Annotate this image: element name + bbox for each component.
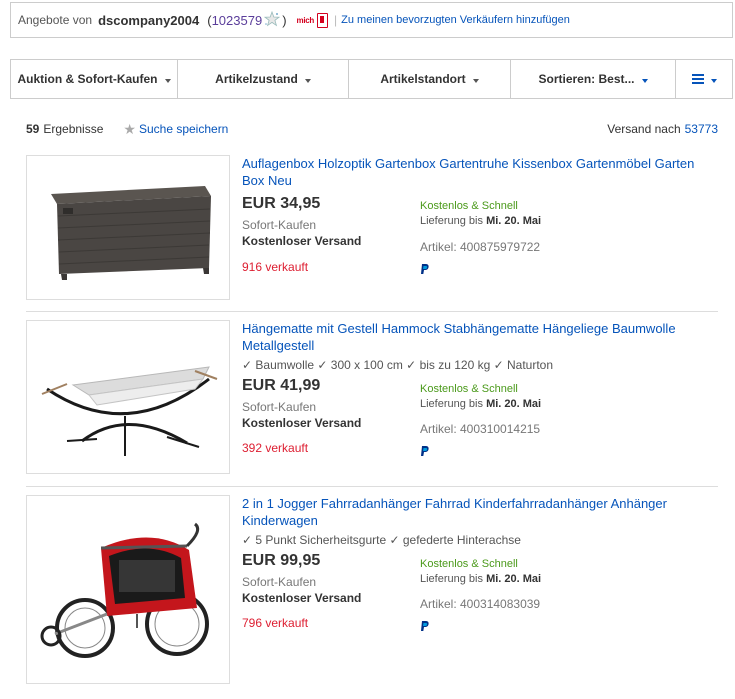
item-fast-shipping: Kostenlos & Schnell bbox=[420, 383, 518, 395]
ship-to-label: Versand nach bbox=[607, 122, 681, 136]
save-search-link[interactable]: Suche speichern bbox=[139, 122, 228, 136]
item-attributes: ✓ 5 Punkt Sicherheitsgurte ✓ gefederte H… bbox=[242, 533, 521, 547]
item-format: Sofort-Kaufen bbox=[242, 218, 317, 232]
delivery-prefix: Lieferung bis bbox=[420, 398, 483, 410]
list-item: 2 in 1 Jogger Fahrradanhänger Fahrrad Ki… bbox=[26, 495, 718, 690]
filter-condition-label: Artikelzustand bbox=[215, 72, 298, 86]
divider bbox=[26, 486, 718, 487]
item-attributes: ✓ Baumwolle ✓ 300 x 100 cm ✓ bis zu 120 … bbox=[242, 358, 554, 372]
me-label: mich bbox=[296, 15, 315, 25]
sort-dropdown[interactable]: Sortieren: Best... bbox=[511, 60, 676, 98]
sort-label: Sortieren: Best... bbox=[538, 72, 635, 86]
filter-format-label: Auktion & Sofort-Kaufen bbox=[17, 72, 158, 86]
delivery-date: Mi. 20. Mai bbox=[486, 573, 542, 585]
seller-bar: Angebote von dscompany2004 (1023579 ) mi… bbox=[10, 2, 733, 38]
delivery-date: Mi. 20. Mai bbox=[486, 398, 542, 410]
me-badge-icon bbox=[317, 12, 329, 28]
divider bbox=[26, 311, 718, 312]
item-shipping: Kostenloser Versand bbox=[242, 591, 362, 605]
ship-to-zip-link[interactable]: 53773 bbox=[685, 122, 718, 136]
view-toggle-dropdown[interactable] bbox=[676, 60, 732, 98]
item-image-bike-trailer[interactable] bbox=[26, 495, 230, 684]
filter-format-dropdown[interactable]: Auktion & Sofort-Kaufen bbox=[11, 60, 178, 98]
chevron-down-icon bbox=[164, 79, 171, 83]
item-title-link[interactable]: Auflagenbox Holzoptik Gartenbox Gartentr… bbox=[242, 155, 720, 189]
chevron-down-icon bbox=[472, 79, 479, 83]
paypal-icon bbox=[421, 621, 429, 631]
item-article-number: Artikel: 400314083039 bbox=[420, 597, 541, 611]
list-item: Auflagenbox Holzoptik Gartenbox Gartentr… bbox=[26, 155, 718, 305]
item-format: Sofort-Kaufen bbox=[242, 400, 317, 414]
chevron-down-icon bbox=[641, 79, 648, 83]
item-price: EUR 99,95 bbox=[242, 552, 321, 569]
score-paren-close: ) bbox=[282, 12, 287, 28]
item-delivery: Lieferung bis Mi. 20. Mai bbox=[420, 573, 541, 585]
item-sold-count: 796 verkauft bbox=[242, 616, 309, 630]
result-count-label: Ergebnisse bbox=[43, 122, 104, 136]
item-sold-count: 392 verkauft bbox=[242, 441, 309, 455]
chevron-down-icon bbox=[304, 79, 311, 83]
paypal-icon bbox=[421, 264, 429, 274]
star-icon[interactable]: ★ bbox=[123, 121, 136, 138]
item-format: Sofort-Kaufen bbox=[242, 575, 317, 589]
result-count: 59 bbox=[26, 122, 40, 136]
item-fast-shipping: Kostenlos & Schnell bbox=[420, 200, 518, 212]
item-price: EUR 34,95 bbox=[242, 195, 321, 212]
item-article-number: Artikel: 400310014215 bbox=[420, 422, 541, 436]
filter-location-dropdown[interactable]: Artikelstandort bbox=[349, 60, 511, 98]
item-image-hammock[interactable] bbox=[26, 320, 230, 474]
add-favorite-seller-link[interactable]: Zu meinen bevorzugten Verkäufern hinzufü… bbox=[341, 14, 570, 26]
item-shipping: Kostenloser Versand bbox=[242, 416, 362, 430]
shooting-star-icon bbox=[264, 10, 281, 27]
delivery-date: Mi. 20. Mai bbox=[486, 215, 542, 227]
delivery-prefix: Lieferung bis bbox=[420, 215, 483, 227]
results-header: 59 Ergebnisse ★ Suche speichern Versand … bbox=[26, 119, 718, 139]
seller-label: Angebote von bbox=[18, 13, 93, 27]
item-delivery: Lieferung bis Mi. 20. Mai bbox=[420, 215, 541, 227]
list-item: Hängematte mit Gestell Hammock Stabhänge… bbox=[26, 320, 718, 480]
item-price: EUR 41,99 bbox=[242, 377, 321, 394]
item-fast-shipping: Kostenlos & Schnell bbox=[420, 558, 518, 570]
delivery-prefix: Lieferung bis bbox=[420, 573, 483, 585]
chevron-down-icon bbox=[710, 79, 717, 83]
item-delivery: Lieferung bis Mi. 20. Mai bbox=[420, 398, 541, 410]
item-title-link[interactable]: Hängematte mit Gestell Hammock Stabhänge… bbox=[242, 320, 720, 354]
item-shipping: Kostenloser Versand bbox=[242, 234, 362, 248]
item-sold-count: 916 verkauft bbox=[242, 260, 309, 274]
seller-name[interactable]: dscompany2004 bbox=[98, 13, 199, 28]
item-title-link[interactable]: 2 in 1 Jogger Fahrradanhänger Fahrrad Ki… bbox=[242, 495, 720, 529]
list-view-icon bbox=[691, 74, 704, 84]
filter-condition-dropdown[interactable]: Artikelzustand bbox=[178, 60, 349, 98]
paypal-icon bbox=[421, 446, 429, 456]
filter-location-label: Artikelstandort bbox=[380, 72, 466, 86]
seller-score[interactable]: 1023579 bbox=[212, 13, 263, 28]
separator: | bbox=[334, 13, 338, 27]
item-image-storage-box[interactable] bbox=[26, 155, 230, 300]
filter-bar: Auktion & Sofort-Kaufen Artikelzustand A… bbox=[10, 59, 733, 99]
item-article-number: Artikel: 400875979722 bbox=[420, 240, 541, 254]
